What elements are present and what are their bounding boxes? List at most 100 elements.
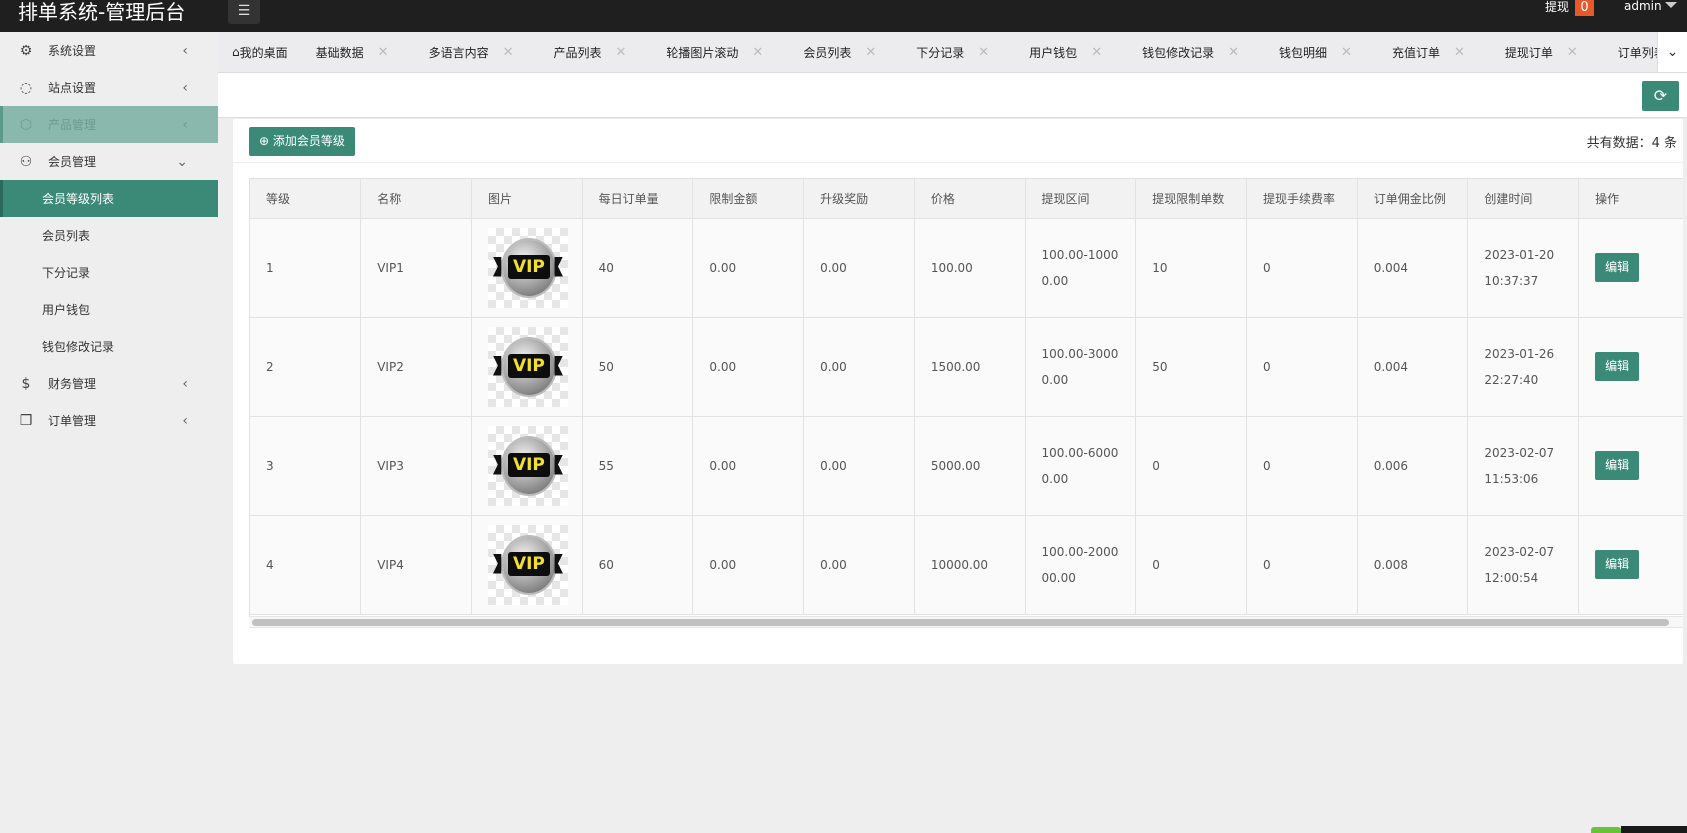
edit-button[interactable]: 编辑 (1595, 550, 1640, 579)
cell-fee: 0 (1246, 218, 1358, 318)
menu-toggle-button[interactable]: ☰ (228, 0, 260, 24)
sidebar-item-10[interactable]: ❒ 订单管理 ‹ (0, 402, 218, 439)
user-menu[interactable]: admin (1624, 0, 1662, 12)
tab-label: 产品列表 (553, 45, 602, 60)
tab-label: 钱包修改记录 (1142, 45, 1215, 60)
close-icon[interactable]: ✕ (1228, 45, 1239, 60)
close-icon[interactable]: ✕ (752, 45, 763, 60)
cell-limit: 0.00 (692, 317, 805, 417)
table-row: 4 VIP4 VIP 60 0.00 0.00 10000.00 100.00-200000.… (250, 515, 1683, 615)
chevron-left-icon: ‹ (182, 116, 188, 133)
sidebar-item-9[interactable]: $ 财务管理 ‹ (0, 365, 218, 402)
home-icon: ⌂ (232, 45, 240, 59)
sidebar-item-1[interactable]: ◌ 站点设置 ‹ (0, 69, 218, 106)
close-icon[interactable]: ✕ (1567, 45, 1578, 60)
cell-wd_count: 10 (1135, 218, 1247, 318)
total-count: 共有数据：4 条 (1586, 136, 1677, 151)
table-row: 1 VIP1 VIP 40 0.00 0.00 100.00 100.00-10000.00 1… (250, 218, 1683, 318)
cell-wd_count: 0 (1135, 515, 1247, 615)
horizontal-scrollbar[interactable] (249, 616, 1683, 628)
cell-limit: 0.00 (692, 515, 805, 615)
chevron-left-icon: ‹ (182, 412, 188, 429)
sidebar-item-0[interactable]: ⚙ 系统设置 ‹ (0, 32, 218, 69)
cell-name: VIP4 (360, 515, 472, 615)
close-icon[interactable]: ✕ (865, 45, 876, 60)
sidebar-item-8[interactable]: 钱包修改记录 (0, 328, 218, 365)
close-icon[interactable]: ✕ (978, 45, 989, 60)
close-icon[interactable]: ✕ (378, 45, 389, 60)
sidebar-item-label: 站点设置 (48, 81, 97, 95)
tab-label: 多语言内容 (428, 45, 489, 60)
sidebar-item-2[interactable]: ⬡ 产品管理 ‹ (0, 106, 218, 143)
cell-limit: 0.00 (692, 218, 805, 318)
close-icon[interactable]: ✕ (1454, 45, 1465, 60)
cell-reward: 0.00 (803, 218, 915, 318)
tab-7[interactable]: 用户钱包 ✕ (1015, 32, 1128, 72)
tab-9[interactable]: 钱包明细 ✕ (1265, 32, 1378, 72)
tab-3[interactable]: 产品列表 ✕ (539, 32, 652, 72)
user-icon: ⚇ (19, 153, 33, 170)
chevron-left-icon: ‹ (182, 79, 188, 96)
withdraw-count-badge[interactable]: 0 (1575, 0, 1594, 16)
sidebar-item-7[interactable]: 用户钱包 (0, 291, 218, 328)
floating-widget[interactable] (1591, 827, 1621, 833)
content-card: ⊕ 添加会员等级 共有数据：4 条 等级 名称 图片 每日订单量 限制金额 升级奖励 价格提… (233, 119, 1683, 664)
tab-5[interactable]: 会员列表 ✕ (789, 32, 902, 72)
cell-created: 2023-01-20 10:37:37 (1467, 218, 1580, 318)
tab-0[interactable]: ⌂ 我的桌面 (218, 32, 302, 72)
cell-level: 4 (250, 515, 362, 615)
edit-button[interactable]: 编辑 (1595, 352, 1640, 381)
tab-2[interactable]: 多语言内容 ✕ (415, 32, 540, 72)
tab-dropdown-chevron-icon[interactable]: ⌄ (1657, 32, 1687, 72)
tab-10[interactable]: 充值订单 ✕ (1378, 32, 1491, 72)
sidebar-item-3[interactable]: ⚇ 会员管理 ⌄ (0, 143, 218, 180)
sidebar-item-label: 用户钱包 (42, 303, 91, 317)
vip-badge-image: VIP (487, 326, 568, 407)
tab-11[interactable]: 提现订单 ✕ (1491, 32, 1604, 72)
cell-fee: 0 (1246, 317, 1358, 417)
tab-8[interactable]: 钱包修改记录 ✕ (1128, 32, 1265, 72)
close-icon[interactable]: ✕ (616, 45, 627, 60)
add-member-level-button[interactable]: ⊕ 添加会员等级 (249, 127, 355, 156)
column-header: 提现限制单数 (1135, 179, 1247, 219)
cell-range: 100.00-10000.00 (1025, 218, 1137, 318)
tab-6[interactable]: 下分记录 ✕ (902, 32, 1015, 72)
cell-created: 2023-01-26 22:27:40 (1467, 317, 1580, 417)
refresh-button[interactable]: ⟳ (1642, 81, 1679, 111)
column-header: 提现区间 (1025, 179, 1137, 219)
cell-fee: 0 (1246, 416, 1358, 516)
tab-label: 轮播图片滚动 (666, 45, 739, 60)
cell-action: 编辑 (1578, 317, 1683, 417)
tab-label: 基础数据 (315, 45, 364, 60)
toolbar: ⟳ (218, 73, 1687, 118)
scrollbar-thumb[interactable] (252, 619, 1669, 626)
tab-4[interactable]: 轮播图片滚动 ✕ (652, 32, 789, 72)
sidebar-item-4[interactable]: 会员等级列表 (0, 180, 218, 217)
sidebar-item-6[interactable]: 下分记录 (0, 254, 218, 291)
caret-down-icon[interactable] (1665, 2, 1677, 8)
column-header: 每日订单量 (582, 179, 694, 219)
close-icon[interactable]: ✕ (1091, 45, 1102, 60)
sidebar-item-5[interactable]: 会员列表 (0, 217, 218, 254)
list-icon: ☰ (237, 3, 251, 19)
column-header: 等级 (250, 179, 362, 219)
site-icon: ◌ (19, 79, 33, 96)
divider (233, 162, 1683, 163)
table-row: 3 VIP3 VIP 55 0.00 0.00 5000.00 100.00-60000.00… (250, 416, 1683, 516)
sidebar-item-label: 钱包修改记录 (42, 340, 115, 354)
top-bar: 排单系统-管理后台 ☰ 提现 0 admin (0, 0, 1687, 32)
tab-1[interactable]: 基础数据 ✕ (302, 32, 415, 72)
cell-commission: 0.008 (1357, 515, 1469, 615)
tab-label: 下分记录 (916, 45, 965, 60)
column-header: 价格 (914, 179, 1026, 219)
edit-button[interactable]: 编辑 (1595, 253, 1640, 282)
floating-widget-panel[interactable] (1621, 826, 1687, 833)
member-level-table: 等级 名称 图片 每日订单量 限制金额 升级奖励 价格 提现区间 提现限制单数 提现手续费率 订单佣… (250, 179, 1683, 615)
edit-button[interactable]: 编辑 (1595, 451, 1640, 480)
tab-label: 充值订单 (1391, 45, 1440, 60)
sidebar-item-label: 订单管理 (48, 414, 97, 428)
close-icon[interactable]: ✕ (503, 45, 514, 60)
cell-price: 10000.00 (914, 515, 1026, 615)
withdraw-link[interactable]: 提现 (1545, 0, 1569, 14)
close-icon[interactable]: ✕ (1341, 45, 1352, 60)
